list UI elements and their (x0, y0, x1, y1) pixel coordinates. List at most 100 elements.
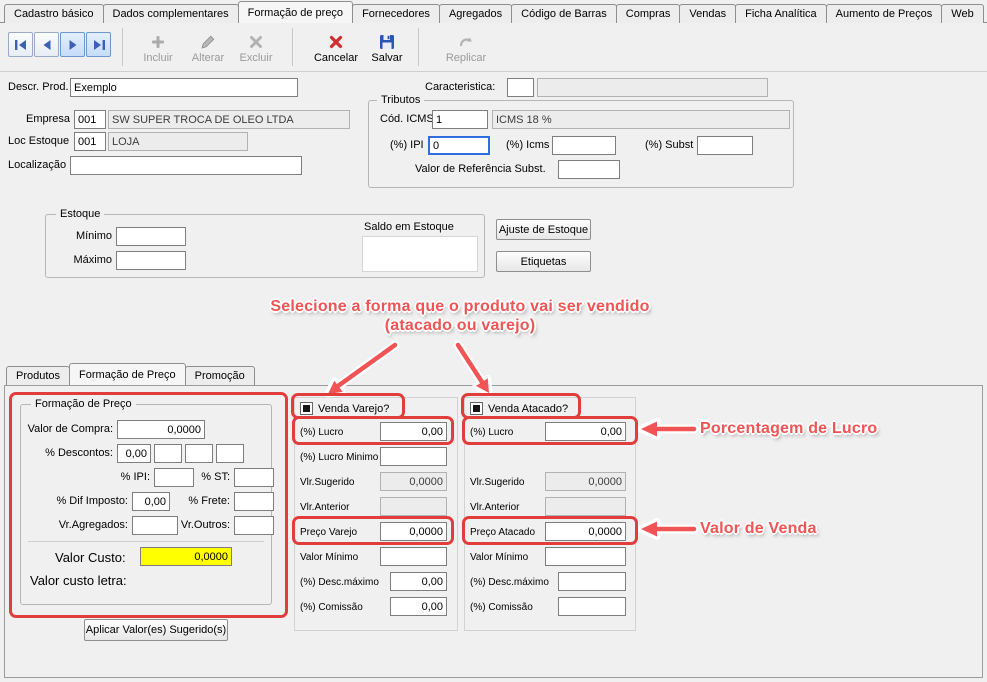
varejo-vlr-sugerido-field[interactable] (380, 472, 447, 491)
pencil-icon (200, 34, 216, 50)
preco-atacado-input[interactable] (545, 522, 626, 541)
atacado-valor-minimo-label: Valor Mínimo (470, 551, 528, 564)
desconto-4-input[interactable] (216, 444, 244, 463)
dif-imposto-input[interactable] (132, 492, 170, 511)
tab-codigo-de-barras[interactable]: Código de Barras (511, 4, 617, 23)
atacado-valor-minimo-input[interactable] (545, 547, 626, 566)
tab-produtos[interactable]: Produtos (6, 366, 70, 385)
varejo-desc-maximo-label: (%) Desc.máximo (300, 576, 379, 589)
nav-first-record-button[interactable] (8, 32, 33, 57)
atacado-vlr-sugerido-field[interactable] (545, 472, 626, 491)
descontos-label: % Descontos: (26, 447, 113, 460)
desconto-2-input[interactable] (154, 444, 182, 463)
agregados-input[interactable] (132, 516, 178, 535)
empresa-code-input[interactable] (74, 110, 106, 129)
alterar-label: Alterar (192, 52, 224, 64)
aplicar-valores-sugeridos-button[interactable]: Aplicar Valor(es) Sugerido(s) (84, 619, 228, 641)
perc-st-input[interactable] (234, 468, 274, 487)
cod-icms-desc-field[interactable] (492, 110, 790, 129)
tab-fornecedores[interactable]: Fornecedores (352, 4, 440, 23)
empresa-label: Empresa (26, 113, 68, 126)
nav-last-record-button[interactable] (86, 32, 111, 57)
caracteristica-desc-field[interactable] (537, 78, 768, 97)
cod-icms-input[interactable] (432, 110, 488, 129)
estoque-minimo-label: Mínimo (70, 230, 112, 243)
varejo-comissao-input[interactable] (390, 597, 447, 616)
tab-formacao-de-preco[interactable]: Formação de preço (238, 1, 353, 23)
tab-web[interactable]: Web (941, 4, 983, 23)
annotation-valor-venda: Valor de Venda (700, 520, 817, 538)
ajuste-de-estoque-button[interactable]: Ajuste de Estoque (496, 219, 591, 240)
estoque-group-title: Estoque (56, 208, 104, 220)
cancelar-button[interactable]: Cancelar (308, 28, 364, 70)
previous-record-icon (40, 39, 54, 51)
excluir-button[interactable]: Excluir (232, 28, 280, 70)
outros-input[interactable] (234, 516, 274, 535)
toolbar-separator (418, 28, 419, 66)
frete-input[interactable] (234, 492, 274, 511)
icms-input[interactable] (552, 136, 616, 155)
venda-varejo-checkbox[interactable] (300, 402, 313, 415)
valor-custo-letra-label: Valor custo letra: (30, 574, 127, 587)
atacado-lucro-input[interactable] (545, 422, 626, 441)
frete-label: % Frete: (180, 495, 230, 508)
perc-ipi-input[interactable] (154, 468, 194, 487)
loc-estoque-label: Loc Estoque (8, 135, 69, 148)
loc-estoque-name-field[interactable] (108, 132, 248, 151)
tab-vendas[interactable]: Vendas (679, 4, 736, 23)
estoque-maximo-input[interactable] (116, 251, 186, 270)
tab-ficha-analitica[interactable]: Ficha Analítica (735, 4, 827, 23)
valor-ref-subst-input[interactable] (558, 160, 620, 179)
venda-atacado-checkbox[interactable] (470, 402, 483, 415)
tab-cadastro-basico[interactable]: Cadastro básico (4, 4, 104, 23)
saldo-em-estoque-display (362, 236, 478, 272)
nav-previous-record-button[interactable] (34, 32, 59, 57)
varejo-vlr-anterior-field[interactable] (380, 497, 447, 516)
atacado-comissao-label: (%) Comissão (470, 601, 533, 614)
loc-estoque-code-input[interactable] (74, 132, 106, 151)
incluir-button[interactable]: Incluir (134, 28, 182, 70)
tab-compras[interactable]: Compras (616, 4, 681, 23)
tab-promocao[interactable]: Promoção (185, 366, 255, 385)
ipi-input[interactable] (428, 136, 490, 155)
etiquetas-button[interactable]: Etiquetas (496, 251, 591, 272)
salvar-label: Salvar (371, 52, 402, 64)
replicar-button[interactable]: Replicar (438, 28, 494, 70)
atacado-desc-maximo-label: (%) Desc.máximo (470, 576, 549, 589)
varejo-valor-minimo-input[interactable] (380, 547, 447, 566)
annotation-porcentagem-lucro: Porcentagem de Lucro (700, 420, 877, 438)
desconto-1-input[interactable] (117, 444, 151, 463)
valor-compra-input[interactable] (117, 420, 205, 439)
localizacao-input[interactable] (70, 156, 302, 175)
next-record-icon (66, 39, 80, 51)
varejo-desc-maximo-input[interactable] (390, 572, 447, 591)
tab-agregados[interactable]: Agregados (439, 4, 512, 23)
alterar-button[interactable]: Alterar (184, 28, 232, 70)
caracteristica-label: Caracteristica: (425, 81, 495, 94)
empresa-name-field[interactable] (108, 110, 350, 129)
tab-aumento-de-precos[interactable]: Aumento de Preços (826, 4, 943, 23)
varejo-lucro-input[interactable] (380, 422, 447, 441)
excluir-label: Excluir (239, 52, 272, 64)
estoque-minimo-input[interactable] (116, 227, 186, 246)
atacado-desc-maximo-input[interactable] (558, 572, 626, 591)
nav-next-record-button[interactable] (60, 32, 85, 57)
valor-custo-input[interactable] (140, 547, 232, 566)
last-record-icon (92, 39, 106, 51)
perc-ipi-label: % IPI: (100, 471, 150, 484)
tab-formacao-de-preco-sub[interactable]: Formação de Preço (69, 363, 186, 385)
varejo-valor-minimo-label: Valor Mínimo (300, 551, 358, 564)
desconto-3-input[interactable] (185, 444, 213, 463)
toolbar-separator (292, 28, 293, 66)
subst-input[interactable] (697, 136, 753, 155)
descr-prod-input[interactable] (70, 78, 298, 97)
atacado-vlr-anterior-field[interactable] (545, 497, 626, 516)
varejo-lucro-minimo-input[interactable] (380, 447, 447, 466)
delete-icon (248, 34, 264, 50)
salvar-button[interactable]: Salvar (364, 28, 410, 70)
preco-varejo-input[interactable] (380, 522, 447, 541)
atacado-comissao-input[interactable] (558, 597, 626, 616)
toolbar-separator (122, 28, 123, 66)
caracteristica-code-input[interactable] (507, 78, 534, 97)
tab-dados-complementares[interactable]: Dados complementares (103, 4, 239, 23)
